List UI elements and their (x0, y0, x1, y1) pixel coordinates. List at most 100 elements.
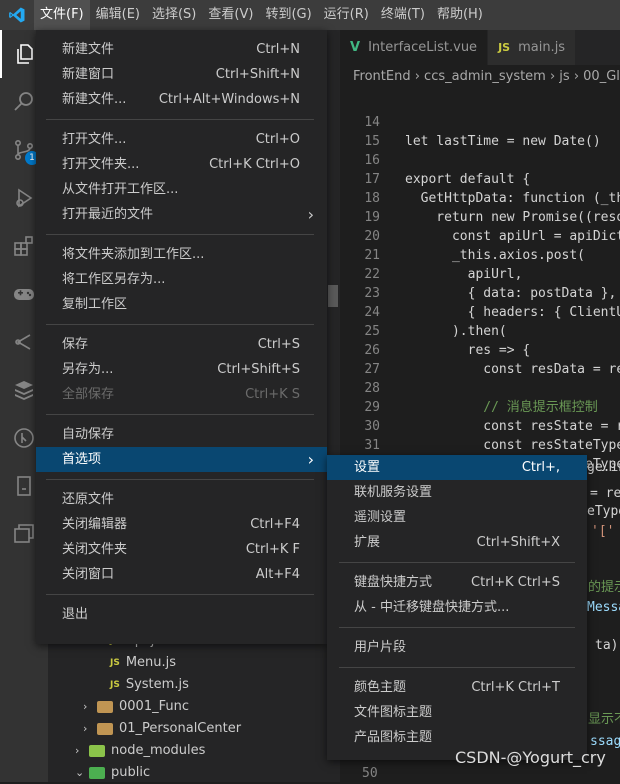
menu-item[interactable]: 设置 Ctrl+, (327, 455, 587, 480)
menu-bar: 文件(F) 编辑(E) 选择(S) 查看(V) 转到(G) 运行(R) 终端(T… (0, 0, 620, 30)
line-number: 18 (364, 191, 380, 206)
menu-item-shortcut: Ctrl+K Ctrl+O (209, 157, 300, 172)
code-line: 31 const resStateType (340, 436, 620, 455)
code-fragment: ta) (595, 638, 619, 653)
tree-item-public[interactable]: ⌄ public (75, 762, 150, 784)
code-line: 14 (340, 113, 620, 132)
menu-item-label: 全部保存 (62, 387, 115, 402)
menu-item-label: 打开文件夹... (62, 157, 140, 172)
menu-run[interactable]: 运行(R) (318, 0, 375, 30)
menu-item-label: 还原文件 (62, 492, 115, 507)
menu-item-shortcut: Ctrl+K F (245, 542, 300, 557)
menu-item[interactable]: 扩展 Ctrl+Shift+X (327, 530, 587, 555)
menu-view[interactable]: 查看(V) (202, 0, 259, 30)
tree-item-system[interactable]: JS System.js (110, 674, 189, 696)
code-line: 29 // 消息提示框控制 (340, 398, 620, 417)
menu-separator (46, 234, 314, 235)
code-text: const apiUrl = apiDict (405, 229, 620, 244)
menu-item[interactable]: 新建文件 Ctrl+N (36, 37, 327, 62)
menu-file[interactable]: 文件(F) (34, 0, 90, 30)
menu-item[interactable]: 联机服务设置 (327, 480, 587, 505)
code-text: return new Promise((reso (405, 210, 620, 225)
line-number: 16 (364, 153, 380, 168)
menu-item-label: 联机服务设置 (354, 485, 433, 500)
menu-item-shortcut: Ctrl+Alt+Windows+N (158, 92, 300, 107)
chevron-right-icon: › (307, 450, 314, 469)
menu-item[interactable]: 关闭编辑器 Ctrl+F4 (36, 512, 327, 537)
tree-item-personal-center[interactable]: › 01_PersonalCenter (83, 718, 241, 740)
line-number: 23 (364, 286, 380, 301)
menu-item[interactable]: 首选项 › (36, 447, 327, 472)
menu-item-label: 将工作区另存为... (62, 272, 166, 287)
menu-item[interactable]: 关闭文件夹 Ctrl+K F (36, 537, 327, 562)
vscode-logo-icon (0, 0, 34, 30)
chevron-right-icon: › (83, 700, 88, 713)
menu-item[interactable]: 全部保存 Ctrl+K S (36, 382, 327, 407)
menu-item-label: 新建文件 (62, 42, 115, 57)
line-number: 24 (364, 305, 380, 320)
menu-item[interactable]: 键盘快捷方式 Ctrl+K Ctrl+S (327, 570, 587, 595)
menu-separator (46, 594, 314, 595)
menu-item[interactable]: 产品图标主题 (327, 725, 587, 750)
menu-item[interactable]: 还原文件 (36, 487, 327, 512)
line-number: 19 (364, 210, 380, 225)
code-line: 16 (340, 151, 620, 170)
tree-item-0001-func[interactable]: › 0001_Func (83, 696, 189, 718)
tree-item-menu[interactable]: JS Menu.js (110, 652, 176, 674)
code-line: 28 (340, 379, 620, 398)
menu-item[interactable]: 从文件打开工作区... (36, 177, 327, 202)
menu-item[interactable]: 复制工作区 (36, 292, 327, 317)
menu-item-shortcut: Ctrl+S (257, 337, 300, 352)
menu-item[interactable]: 打开文件夹... Ctrl+K Ctrl+O (36, 152, 327, 177)
menu-item[interactable]: 文件图标主题 (327, 700, 587, 725)
vue-file-icon: V (350, 40, 361, 55)
tab-interface-list[interactable]: V InterfaceList.vue (340, 30, 489, 65)
menu-item[interactable]: 新建文件... Ctrl+Alt+Windows+N (36, 87, 327, 112)
menu-item-label: 打开文件... (62, 132, 127, 147)
menu-go[interactable]: 转到(G) (259, 0, 317, 30)
tree-item-node-modules[interactable]: › node_modules (75, 740, 205, 762)
chevron-right-icon: › (307, 205, 314, 224)
code-text: { headers: { ClientU (405, 305, 620, 320)
line-number: 15 (364, 134, 380, 149)
menu-item[interactable]: 从 - 中迁移键盘快捷方式... (327, 595, 587, 620)
menu-selection[interactable]: 选择(S) (146, 0, 202, 30)
menu-item[interactable]: 另存为... Ctrl+Shift+S (36, 357, 327, 382)
menu-item[interactable]: 自动保存 (36, 422, 327, 447)
code-text: _this.axios.post( (405, 248, 586, 263)
menu-item[interactable]: 保存 Ctrl+S (36, 332, 327, 357)
menu-help[interactable]: 帮助(H) (431, 0, 489, 30)
code-text: let lastTime = new Date() (405, 134, 601, 149)
menu-separator (339, 667, 575, 668)
code-line: 18 GetHttpData: function (_th (340, 189, 620, 208)
menu-item[interactable]: 将工作区另存为... (36, 267, 327, 292)
menu-item-label: 从 - 中迁移键盘快捷方式... (354, 600, 510, 615)
code-line: 15 let lastTime = new Date() (340, 132, 620, 151)
menu-item[interactable]: 打开文件... Ctrl+O (36, 127, 327, 152)
menu-item[interactable]: 颜色主题 Ctrl+K Ctrl+T (327, 675, 587, 700)
menu-item-label: 将文件夹添加到工作区... (62, 247, 205, 262)
menu-item-shortcut: Ctrl+K S (245, 387, 300, 402)
sidebar-scrollbar[interactable] (328, 285, 338, 307)
tab-main-js[interactable]: JS main.js (488, 30, 577, 65)
code-view[interactable]: 14 15 let lastTime = new Date() 16 17 export … (340, 113, 620, 474)
menu-item[interactable]: 退出 (36, 602, 327, 627)
menu-separator (46, 414, 314, 415)
menu-item-label: 关闭文件夹 (62, 542, 128, 557)
menu-item-shortcut: Ctrl+N (256, 42, 300, 57)
menu-separator (339, 627, 575, 628)
menu-item[interactable]: 打开最近的文件 › (36, 202, 327, 227)
menu-terminal[interactable]: 终端(T) (375, 0, 431, 30)
menu-item[interactable]: 新建窗口 Ctrl+Shift+N (36, 62, 327, 87)
menu-item[interactable]: 关闭窗口 Alt+F4 (36, 562, 327, 587)
code-fragment: ge.in (587, 460, 620, 475)
tree-item-label: Menu.js (125, 655, 177, 670)
line-number: 26 (364, 343, 380, 358)
menu-item[interactable]: 将文件夹添加到工作区... (36, 242, 327, 267)
menu-item[interactable]: 用户片段 (327, 635, 587, 660)
line-number: 27 (364, 362, 380, 377)
menu-item[interactable]: 遥测设置 (327, 505, 587, 530)
menu-edit[interactable]: 编辑(E) (90, 0, 146, 30)
breadcrumb[interactable]: FrontEnd › ccs_admin_system › js › 00_Gl… (340, 65, 620, 89)
line-number: 14 (364, 115, 380, 130)
